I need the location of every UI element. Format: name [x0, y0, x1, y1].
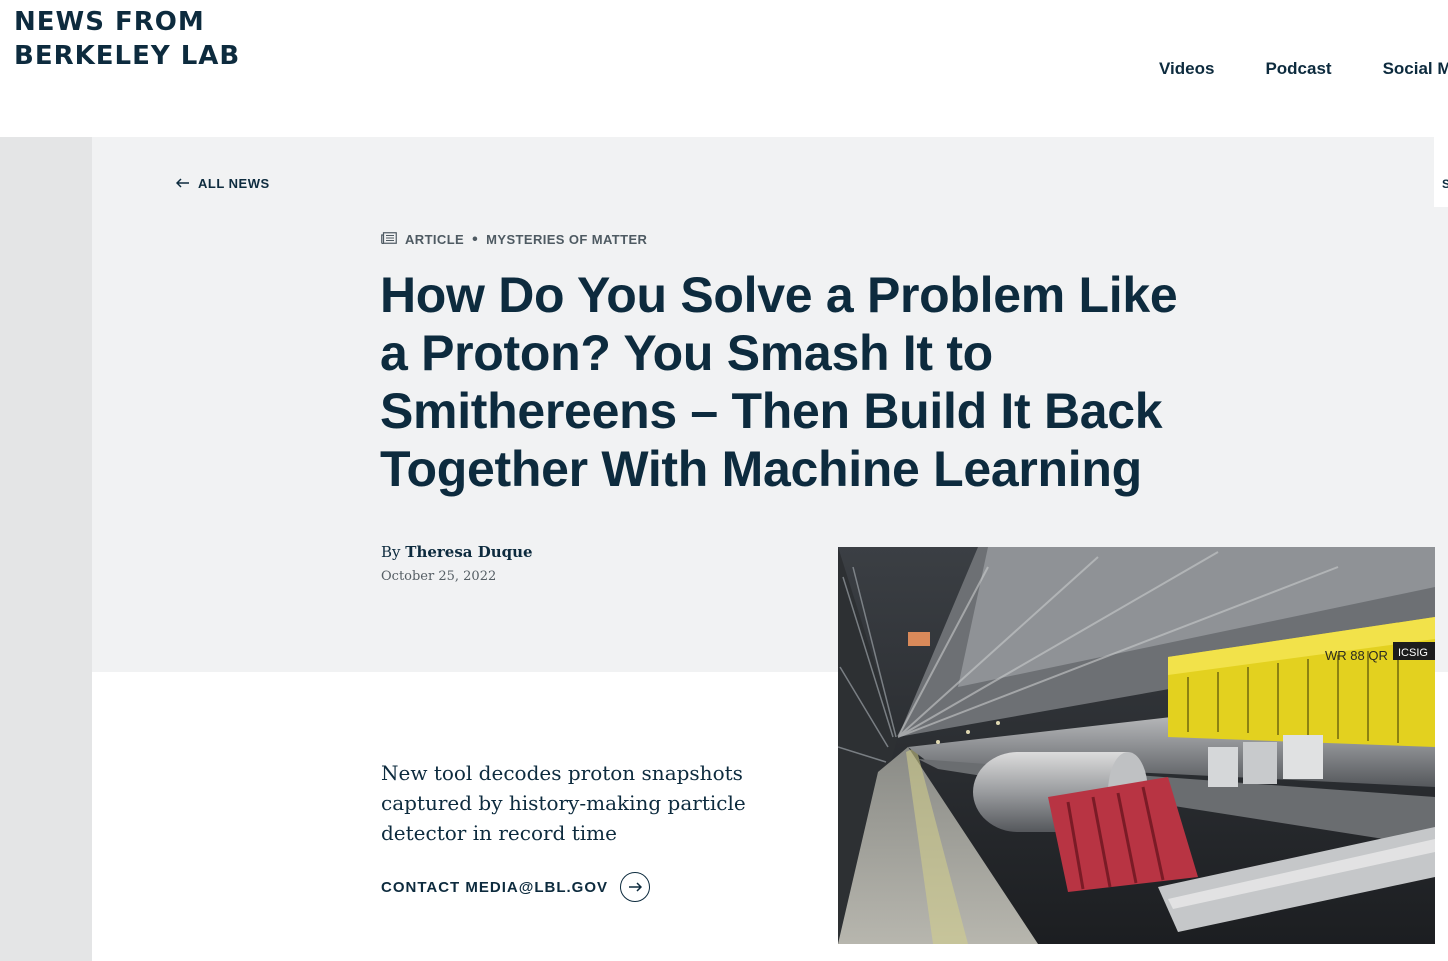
main-nav: Videos Podcast Social Me	[1159, 59, 1448, 79]
newspaper-icon	[381, 232, 397, 247]
byline-prefix: By	[381, 543, 401, 561]
article-type-label[interactable]: ARTICLE	[405, 232, 464, 247]
site-logo[interactable]: NEWS FROM BERKELEY LAB	[14, 5, 240, 73]
left-rail	[0, 137, 92, 961]
site-header: NEWS FROM BERKELEY LAB Videos Podcast So…	[0, 0, 1448, 137]
nav-item-social-media[interactable]: Social Me	[1383, 59, 1448, 79]
publish-date: October 25, 2022	[381, 569, 497, 584]
nav-item-podcast[interactable]: Podcast	[1265, 59, 1331, 79]
all-news-link[interactable]: ALL NEWS	[175, 176, 270, 191]
site-logo-line-1: NEWS FROM	[14, 7, 205, 37]
all-news-label: ALL NEWS	[198, 176, 270, 191]
article-title: How Do You Solve a Problem Like a Proton…	[380, 267, 1178, 497]
photo-sign-1: WR 88 QR	[1325, 648, 1388, 663]
article-hero-photo: WR 88 QR ICSIG	[838, 547, 1435, 944]
arrow-left-icon	[175, 176, 190, 191]
photo-sign-2: ICSIG	[1398, 647, 1428, 659]
site-logo-line-2: BERKELEY LAB	[14, 41, 241, 71]
article-category-label[interactable]: MYSTERIES OF MATTER	[486, 232, 647, 247]
arrow-right-circle-icon	[620, 872, 651, 902]
meta-separator: •	[472, 231, 479, 248]
accelerator-tunnel-illustration: WR 88 QR ICSIG	[838, 547, 1435, 944]
author-name[interactable]: Theresa Duque	[405, 543, 532, 561]
article-subtitle: New tool decodes proton snapshots captur…	[381, 761, 746, 845]
article-meta: ARTICLE • MYSTERIES OF MATTER	[381, 231, 647, 248]
right-edge-panel: S	[1434, 137, 1448, 207]
right-edge-text: S	[1442, 177, 1448, 191]
contact-media-link[interactable]: CONTACT MEDIA@LBL.GOV	[381, 872, 651, 902]
byline: By Theresa Duque	[381, 543, 533, 561]
contact-media-label: CONTACT MEDIA@LBL.GOV	[381, 878, 609, 896]
nav-item-videos[interactable]: Videos	[1159, 59, 1214, 79]
